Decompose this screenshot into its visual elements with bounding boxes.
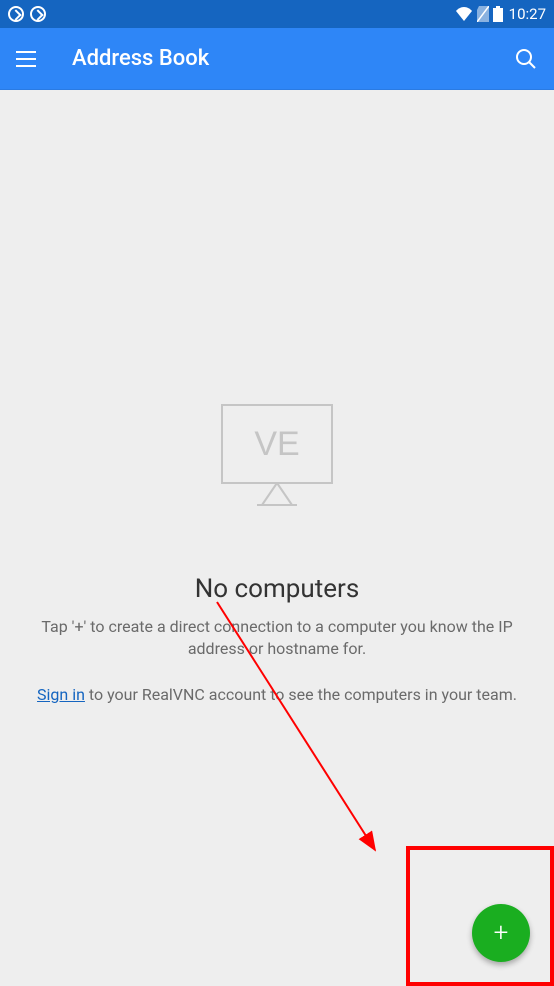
app-title: Address Book [72, 46, 514, 71]
app-notification-icon [30, 6, 46, 22]
app-bar: Address Book [0, 28, 554, 90]
status-bar: 10:27 [0, 0, 554, 28]
plus-icon: + [494, 920, 509, 946]
add-computer-fab[interactable]: + [472, 904, 530, 962]
status-bar-right: 10:27 [455, 5, 546, 23]
status-bar-left [8, 6, 46, 22]
no-sim-icon [477, 6, 489, 22]
signin-line: Sign in to your RealVNC account to see t… [18, 685, 536, 704]
monitor-illustration: VE [18, 400, 536, 510]
wifi-icon [455, 7, 473, 21]
empty-state: VE No computers Tap '+' to create a dire… [0, 400, 554, 704]
menu-button[interactable] [16, 47, 40, 71]
search-button[interactable] [514, 47, 538, 71]
battery-icon [493, 6, 503, 22]
empty-state-title: No computers [18, 574, 536, 604]
signin-text: to your RealVNC account to see the compu… [85, 685, 517, 704]
signin-link[interactable]: Sign in [37, 685, 85, 704]
empty-state-subtitle: Tap '+' to create a direct connection to… [18, 616, 536, 659]
search-icon [514, 47, 538, 71]
status-time: 10:27 [509, 5, 546, 23]
svg-text:VE: VE [254, 425, 299, 463]
app-notification-icon [8, 6, 24, 22]
